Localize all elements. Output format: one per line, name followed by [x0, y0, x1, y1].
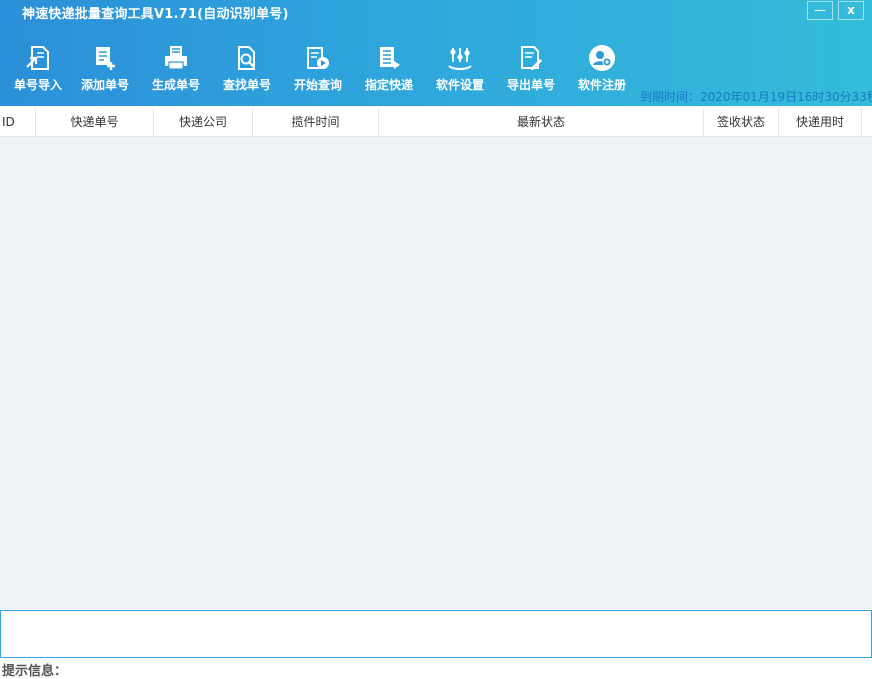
column-header-id[interactable]: ID	[0, 108, 36, 136]
column-header-delivery-time[interactable]: 快递用时	[779, 108, 862, 136]
settings-sliders-icon	[448, 48, 472, 70]
software-register-label: 软件注册	[577, 78, 626, 92]
column-header-latest-status[interactable]: 最新状态	[379, 108, 704, 136]
export-numbers-label: 导出单号	[506, 78, 555, 92]
import-icon	[26, 46, 49, 70]
add-doc-icon	[96, 47, 115, 70]
export-doc-icon	[521, 46, 542, 70]
user-add-icon	[589, 45, 615, 71]
start-query-label: 开始查询	[293, 78, 342, 92]
find-number-label: 查找单号	[222, 78, 271, 92]
software-settings-label: 软件设置	[435, 78, 484, 92]
minimize-button[interactable]: —	[807, 1, 833, 20]
table-header: ID 快递单号 快递公司 揽件时间 最新状态 签收状态 快递用时	[0, 108, 872, 137]
column-header-tracking-number[interactable]: 快递单号	[36, 108, 154, 136]
find-number-button[interactable]: 查找单号	[212, 42, 282, 98]
generate-number-button[interactable]: 生成单号	[141, 42, 211, 98]
start-query-button[interactable]: 开始查询	[283, 42, 353, 98]
column-header-pickup-time[interactable]: 揽件时间	[253, 108, 379, 136]
result-table-body[interactable]	[0, 137, 872, 609]
import-numbers-button[interactable]: 单号导入	[3, 42, 73, 98]
column-header-sign-status[interactable]: 签收状态	[704, 108, 779, 136]
import-numbers-label: 单号导入	[13, 78, 62, 92]
printer-icon	[165, 46, 187, 70]
search-doc-icon	[238, 46, 255, 70]
generate-number-label: 生成单号	[151, 78, 200, 92]
play-doc-icon	[307, 47, 329, 69]
info-label: 提示信息：	[2, 664, 68, 679]
expiry-time: 到期时间：2020年01月19日16时30分33秒	[640, 90, 872, 104]
export-numbers-button[interactable]: 导出单号	[496, 42, 566, 98]
specify-courier-label: 指定快递	[364, 78, 413, 92]
specify-courier-button[interactable]: 指定快递	[354, 42, 424, 98]
close-button[interactable]: x	[838, 1, 864, 20]
toolbar: 单号导入 添加单号 生成单号 查找单号 开始查询 指定快递 软件设置 导出单号 …	[0, 42, 640, 102]
info-message-box[interactable]	[0, 610, 872, 658]
window-title: 神速快递批量查询工具V1.71(自动识别单号)	[22, 7, 289, 22]
software-settings-button[interactable]: 软件设置	[425, 42, 495, 98]
software-register-button[interactable]: 软件注册	[567, 42, 637, 98]
column-header-courier[interactable]: 快递公司	[154, 108, 253, 136]
title-bar: 神速快递批量查询工具V1.71(自动识别单号) — x 单号导入 添加单号 生成…	[0, 0, 872, 106]
add-number-button[interactable]: 添加单号	[70, 42, 140, 98]
add-number-label: 添加单号	[80, 78, 129, 92]
list-doc-icon	[380, 47, 400, 69]
